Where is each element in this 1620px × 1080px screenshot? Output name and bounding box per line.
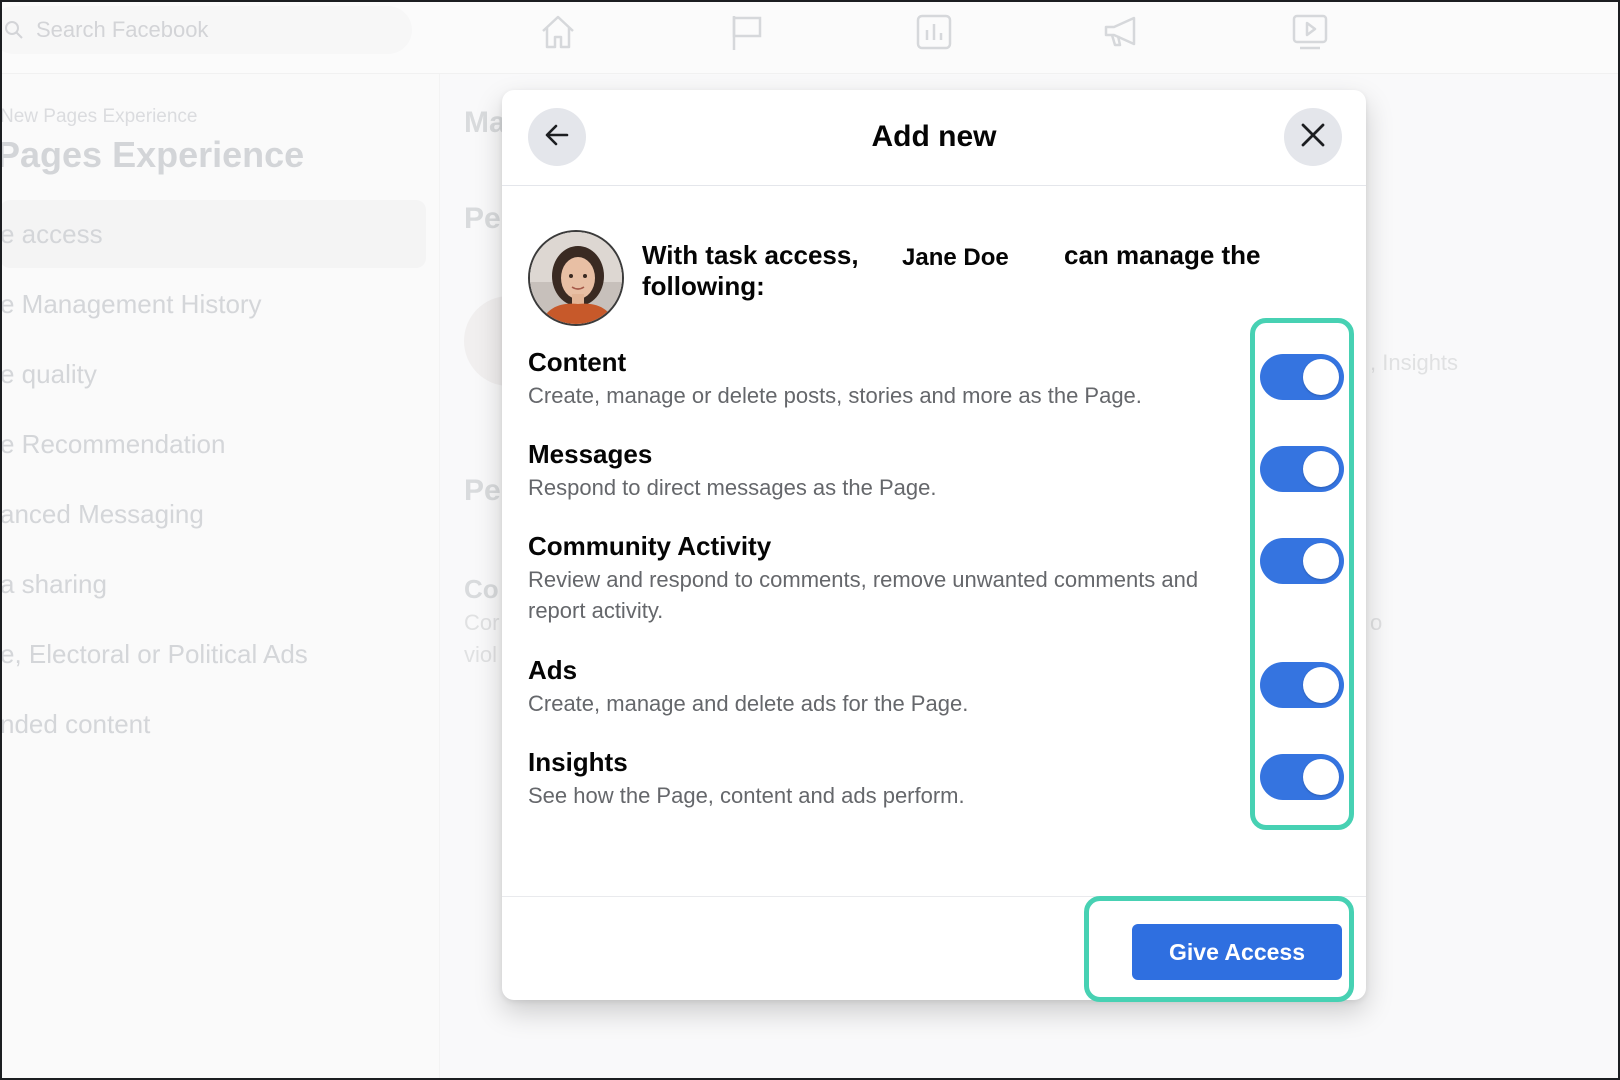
permission-description: Review and respond to comments, remove u…	[528, 567, 1199, 623]
content-toggle[interactable]	[1260, 354, 1344, 400]
permission-title: Insights	[528, 747, 628, 777]
ads-toggle[interactable]	[1260, 662, 1344, 708]
permission-title: Messages	[528, 439, 653, 469]
permission-description: Create, manage or delete posts, stories …	[528, 383, 1142, 408]
permission-title: Ads	[528, 655, 578, 685]
intro-text: With task access, following:	[642, 240, 859, 302]
add-new-dialog: Add new With task access, following: Jan…	[502, 90, 1366, 1000]
intro-prefix: With task access,	[642, 240, 859, 270]
give-access-button[interactable]: Give Access	[1132, 924, 1342, 980]
permission-community-activity: Community Activity Review and respond to…	[528, 530, 1228, 626]
permission-content: Content Create, manage or delete posts, …	[528, 346, 1228, 411]
dialog-title: Add new	[871, 120, 997, 153]
permission-description: See how the Page, content and ads perfor…	[528, 783, 965, 808]
permission-title: Community Activity	[528, 531, 772, 561]
toggle-knob	[1303, 359, 1339, 395]
community-activity-toggle[interactable]	[1260, 538, 1344, 584]
close-icon	[1300, 122, 1326, 153]
insights-toggle[interactable]	[1260, 754, 1344, 800]
user-name: Jane Doe	[902, 244, 1009, 271]
intro-suffix: can manage the	[1064, 240, 1261, 270]
permission-description: Respond to direct messages as the Page.	[528, 475, 937, 500]
toggle-knob	[1303, 667, 1339, 703]
dialog-header: Add new	[502, 90, 1366, 186]
messages-toggle[interactable]	[1260, 446, 1344, 492]
user-avatar	[528, 230, 624, 326]
toggle-knob	[1303, 759, 1339, 795]
toggle-knob	[1303, 451, 1339, 487]
permission-title: Content	[528, 347, 627, 377]
close-button[interactable]	[1284, 108, 1342, 166]
permission-insights: Insights See how the Page, content and a…	[528, 746, 1228, 811]
intro-line-2: following:	[642, 271, 765, 301]
permission-ads: Ads Create, manage and delete ads for th…	[528, 654, 1228, 719]
dialog-footer-divider	[502, 896, 1366, 897]
permission-description: Create, manage and delete ads for the Pa…	[528, 691, 969, 716]
access-intro: With task access, following: Jane Doe ca…	[528, 230, 1328, 330]
toggle-knob	[1303, 543, 1339, 579]
permission-messages: Messages Respond to direct messages as t…	[528, 438, 1228, 503]
